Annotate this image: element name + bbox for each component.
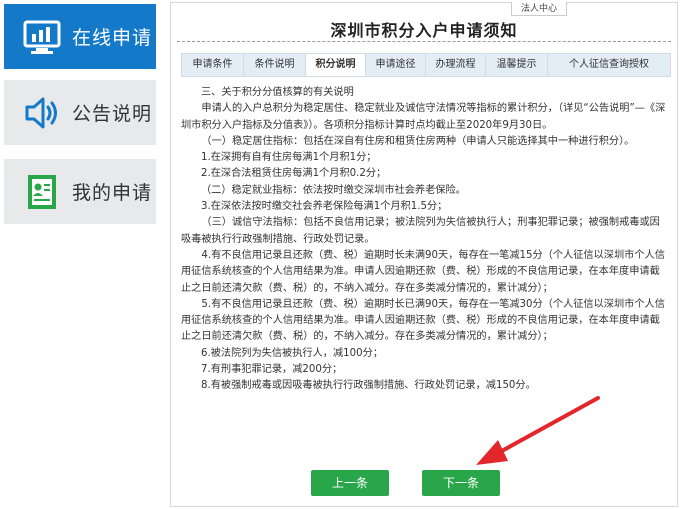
notice-panel: 法人中心 深圳市积分入户申请须知 申请条件 条件说明 积分说明 申请途径 办理流… [170,2,678,507]
paragraph: 2.在深合法租赁住房每满1个月积0.2分； [201,168,387,180]
tab-condition-notes[interactable]: 条件说明 [244,54,306,76]
sidebar-item-announcement[interactable]: 公告说明 [4,80,156,145]
legal-person-center-link[interactable]: 法人中心 [511,2,567,16]
notice-tabs: 申请条件 条件说明 积分说明 申请途径 办理流程 温馨提示 个人征信查询授权 [181,53,671,77]
paragraph: 6.被法院列为失信被执行人，减100分； [201,347,383,359]
paragraph: 1.在深拥有自有住房每满1个月积1分； [201,152,377,164]
next-button[interactable]: 下一条 [422,470,500,496]
paragraph: （三）诚信守法指标：包括不良信用记录；被法院列为失信被执行人；刑事犯罪记录；被强… [181,217,660,245]
sidebar-item-label: 在线申请 [72,27,153,49]
paragraph: 8.有被强制戒毒或因吸毒被执行行政强制措施、行政处罚记录，减150分。 [201,380,536,392]
tab-application-channels[interactable]: 申请途径 [366,54,426,76]
notice-content: 三、关于积分分值核算的有关说明 申请人的入户总积分为稳定居住、稳定就业及诚信守法… [181,85,667,395]
tab-credit-authorization[interactable]: 个人征信查询授权 [548,54,670,76]
speaker-icon [20,91,64,135]
sidebar-item-label: 我的申请 [72,182,153,204]
section-heading: 三、关于积分分值核算的有关说明 [201,87,354,98]
paragraph: （二）稳定就业指标：依法按时缴交深圳市社会养老保险。 [201,184,466,196]
paragraph: 申请人的入户总积分为稳定居住、稳定就业及诚信守法情况等指标的累计积分，（详见“公… [181,103,666,131]
sidebar-item-my-application[interactable]: 我的申请 [4,159,156,224]
tab-tips[interactable]: 温馨提示 [486,54,548,76]
paragraph: 7.有刑事犯罪记录，减200分； [201,364,343,376]
tab-process-flow[interactable]: 办理流程 [426,54,486,76]
tab-points-notes[interactable]: 积分说明 [306,54,366,76]
tab-application-conditions[interactable]: 申请条件 [182,54,244,76]
title-divider [177,41,671,42]
paragraph: （一）稳定居住指标：包括在深自有住房和租赁住房两种（申请人只能选择其中一种进行积… [201,135,635,147]
paragraph: 4.有不良信用记录且还款（费、税）逾期时长未满90天，每存在一笔减15分（个人征… [181,249,665,294]
chart-monitor-icon [20,15,64,59]
prev-button[interactable]: 上一条 [311,470,389,496]
paragraph: 5.有不良信用记录且还款（费、税）逾期时长已满90天，每存在一笔减30分（个人征… [181,298,665,343]
paragraph: 3.在深依法按时缴交社会养老保险每满1个月积1.5分； [201,201,448,213]
page-title: 深圳市积分入户申请须知 [330,21,518,40]
document-person-icon [20,170,64,214]
sidebar-item-online-apply[interactable]: 在线申请 [4,4,156,69]
sidebar-item-label: 公告说明 [72,103,153,125]
